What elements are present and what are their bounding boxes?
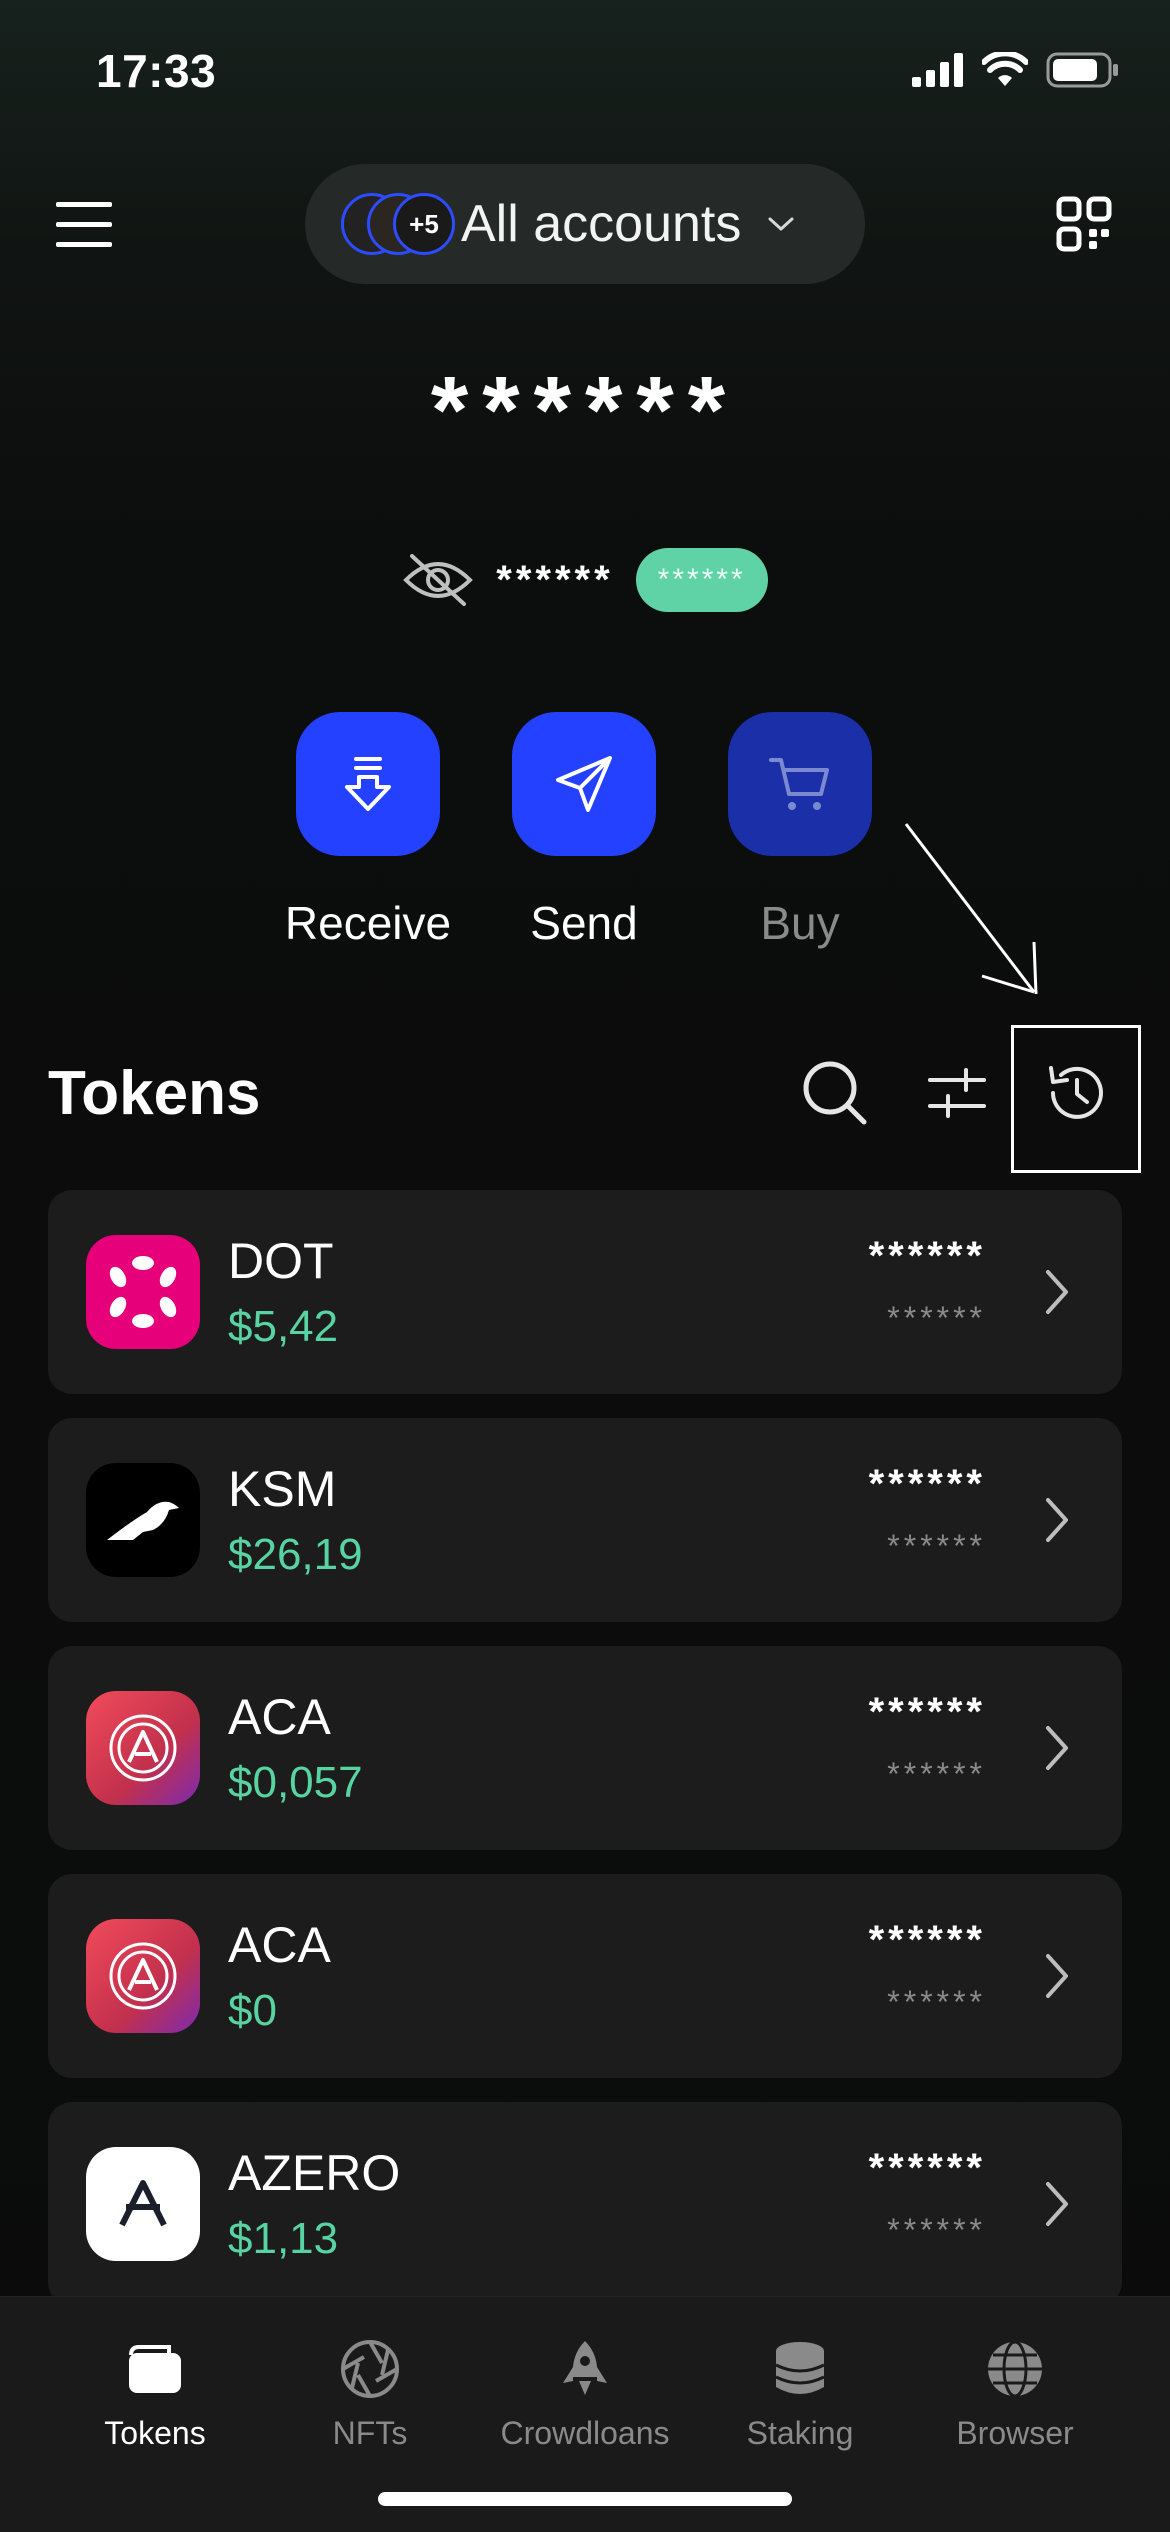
chevron-right-icon [1046, 2182, 1068, 2226]
token-balance: ****** [868, 2146, 986, 2190]
receive-icon [345, 757, 391, 811]
hamburger-menu-icon [56, 202, 112, 247]
status-icons [912, 52, 1120, 88]
tab-label: Crowdloans [500, 2415, 670, 2451]
chevron-right-icon [1046, 1270, 1068, 1314]
token-balance: ****** [868, 1918, 986, 1962]
total-balance: ****** [430, 357, 740, 464]
aperture-icon [341, 2340, 399, 2398]
token-price: $26,19 [228, 1530, 363, 1579]
chevron-right-icon [1046, 1954, 1068, 1998]
tab-label: Staking [746, 2415, 854, 2451]
token-balance: ****** [868, 1234, 986, 1278]
token-balance-usd: ****** [887, 1984, 986, 2020]
token-balance-usd: ****** [887, 1300, 986, 1336]
token-list: DOT $5,42 ****** ****** KSM $26,19 *****… [48, 1190, 1122, 2330]
annotation-arrow [904, 823, 1038, 995]
filter-sliders-icon[interactable] [922, 1058, 992, 1128]
token-row-aca[interactable]: ACA $0 ****** ****** [48, 1874, 1122, 2078]
token-symbol: DOT [228, 1233, 334, 1289]
receive-label: Receive [284, 897, 452, 949]
balance-change-badge: ****** [635, 548, 768, 612]
token-balance-usd: ****** [887, 1756, 986, 1792]
balance-sub-value: ****** [496, 557, 614, 602]
buy-button[interactable] [728, 712, 872, 856]
tab-label: Tokens [104, 2415, 206, 2451]
token-row-aca[interactable]: ACA $0,057 ****** ****** [48, 1646, 1122, 1850]
token-balance-usd: ****** [887, 2212, 986, 2248]
token-symbol: ACA [228, 1917, 331, 1973]
tokens-title: Tokens [48, 1059, 261, 1128]
tab-staking[interactable]: Staking [700, 2337, 900, 2452]
aleph-zero-logo [86, 2147, 200, 2261]
kusama-logo [86, 1463, 200, 1577]
eye-hidden-icon[interactable] [402, 550, 474, 610]
token-price: $0 [228, 1986, 277, 2035]
token-price: $1,13 [228, 2214, 339, 2263]
chevron-down-icon [768, 217, 794, 231]
history-icon[interactable] [1041, 1058, 1111, 1128]
account-selector[interactable]: +5 All accounts [305, 164, 865, 284]
battery-icon [1046, 52, 1118, 88]
token-row-dot[interactable]: DOT $5,42 ****** ****** [48, 1190, 1122, 1394]
account-avatars: +5 [341, 189, 457, 259]
token-row-ksm[interactable]: KSM $26,19 ****** ****** [48, 1418, 1122, 1622]
tab-nfts[interactable]: NFTs [270, 2337, 470, 2452]
home-indicator [378, 2492, 792, 2506]
polkadot-logo [86, 1235, 200, 1349]
cellular-signal-icon [912, 53, 963, 87]
chevron-right-icon [1046, 1726, 1068, 1770]
balance-sub-row: ****** ****** [0, 548, 1170, 612]
token-symbol: ACA [228, 1689, 331, 1745]
qr-scan-icon [1056, 196, 1112, 252]
rocket-icon [563, 2341, 607, 2395]
account-label: All accounts [461, 195, 742, 253]
buy-label: Buy [760, 897, 840, 949]
tab-browser[interactable]: Browser [915, 2337, 1115, 2452]
acala-logo [86, 1919, 200, 2033]
token-price: $5,42 [228, 1302, 339, 1351]
cart-icon [769, 758, 829, 810]
receive-action[interactable]: Receive [258, 712, 478, 950]
chevron-right-icon [1046, 1498, 1068, 1542]
tab-tokens[interactable]: Tokens [55, 2337, 255, 2452]
account-count-badge: +5 [393, 193, 455, 255]
qr-scan-button[interactable] [1056, 196, 1112, 252]
token-symbol: AZERO [228, 2145, 401, 2201]
token-balance-usd: ****** [887, 1528, 986, 1564]
wifi-icon [982, 52, 1028, 86]
buy-action[interactable]: Buy [690, 712, 910, 950]
menu-button[interactable] [52, 196, 116, 252]
token-balance: ****** [868, 1690, 986, 1734]
token-symbol: KSM [228, 1461, 337, 1517]
token-balance: ****** [868, 1462, 986, 1506]
tab-label: NFTs [332, 2415, 408, 2451]
receive-button[interactable] [296, 712, 440, 856]
tab-crowdloans[interactable]: Crowdloans [485, 2337, 685, 2452]
globe-icon [988, 2340, 1042, 2398]
tab-label: Browser [956, 2415, 1074, 2451]
send-button[interactable] [512, 712, 656, 856]
token-price: $0,057 [228, 1758, 363, 1807]
send-action[interactable]: Send [474, 712, 694, 950]
token-row-azero[interactable]: AZERO $1,13 ****** ****** [48, 2102, 1122, 2306]
acala-logo [86, 1691, 200, 1805]
search-icon[interactable] [800, 1058, 870, 1128]
status-time: 17:33 [96, 45, 217, 97]
send-label: Send [530, 897, 638, 949]
database-stack-icon [775, 2342, 825, 2394]
wallet-icon [129, 2345, 181, 2393]
send-icon [556, 756, 612, 812]
